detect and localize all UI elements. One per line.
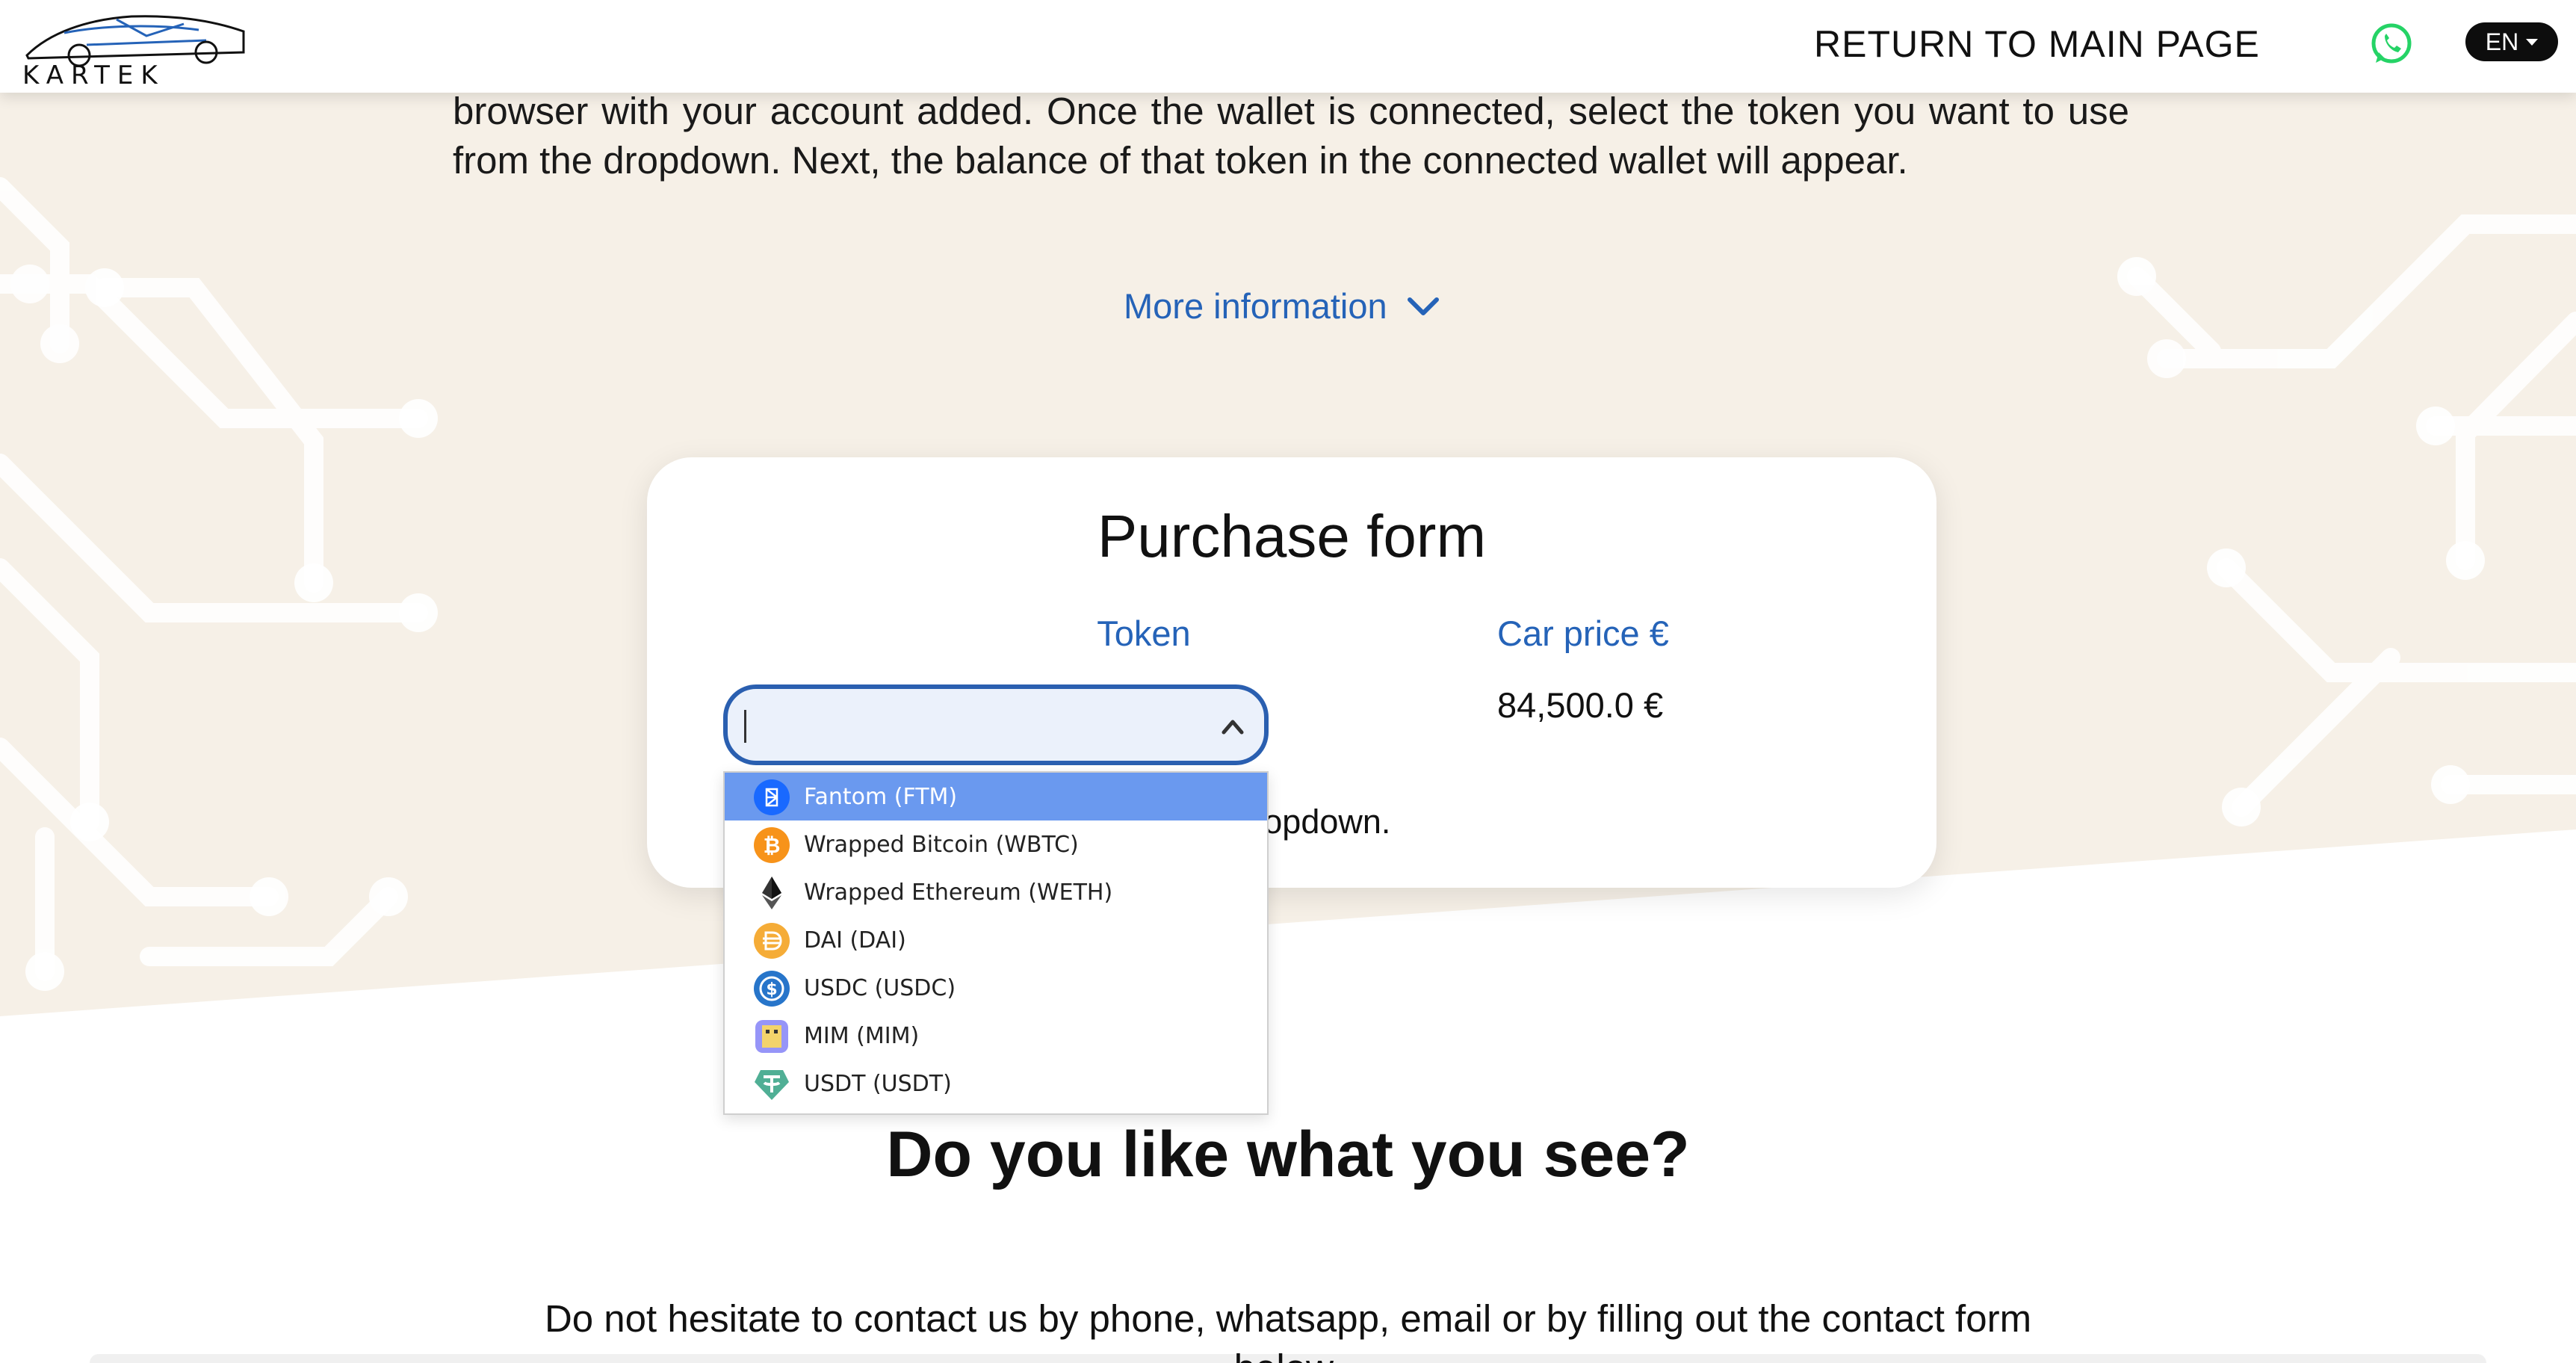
text-cursor xyxy=(744,710,746,743)
site-header: KARTEK RETURN TO MAIN PAGE EN xyxy=(0,0,2576,93)
token-option-wbtc[interactable]: ₿ Wrapped Bitcoin (WBTC) xyxy=(725,820,1267,868)
intro-paragraph: browser with your account added. Once th… xyxy=(453,90,2129,182)
car-price-label: Car price € xyxy=(1497,613,1669,653)
kartek-logo[interactable]: KARTEK xyxy=(19,3,253,87)
purchase-form-title: Purchase form xyxy=(1097,503,1487,569)
token-option-label: Wrapped Bitcoin (WBTC) xyxy=(804,831,1079,858)
token-option-fantom[interactable]: Fantom (FTM) xyxy=(725,773,1267,820)
more-information-toggle[interactable]: More information xyxy=(1124,285,1440,327)
token-option-mim[interactable]: MIM (MIM) xyxy=(725,1012,1267,1060)
token-option-weth[interactable]: Wrapped Ethereum (WETH) xyxy=(725,868,1267,916)
token-option-usdc[interactable]: $ USDC (USDC) xyxy=(725,964,1267,1012)
token-option-dai[interactable]: DAI (DAI) xyxy=(725,916,1267,964)
token-option-label: USDT (USDT) xyxy=(804,1070,952,1097)
dai-icon xyxy=(754,923,790,959)
bitcoin-icon: ₿ xyxy=(754,827,790,863)
cta-title: Do you like what you see? xyxy=(886,1119,1690,1190)
whatsapp-icon[interactable] xyxy=(2368,21,2415,67)
token-select-input[interactable] xyxy=(723,684,1269,765)
cta-text: Do not hesitate to contact us by phone, … xyxy=(544,1297,2032,1363)
usdt-icon xyxy=(755,1070,789,1100)
logo-text: KARTEK xyxy=(22,61,165,87)
fantom-icon xyxy=(754,779,790,815)
chevron-down-icon xyxy=(1407,297,1439,315)
ethereum-icon xyxy=(762,877,781,909)
token-hint-text: Select a token from the dropdown. xyxy=(1245,803,1391,841)
token-option-label: Fantom (FTM) xyxy=(804,783,958,810)
more-information-label: More information xyxy=(1124,286,1387,326)
token-option-label: MIM (MIM) xyxy=(804,1022,920,1049)
usdc-icon: $ xyxy=(754,971,790,1007)
token-option-label: Wrapped Ethereum (WETH) xyxy=(804,879,1113,906)
contact-form-edge xyxy=(90,1354,2486,1363)
language-label: EN xyxy=(2485,28,2519,55)
token-option-label: DAI (DAI) xyxy=(804,927,906,954)
svg-text:₿: ₿ xyxy=(764,833,781,858)
mim-icon xyxy=(755,1020,788,1053)
language-selector[interactable]: EN xyxy=(2465,22,2558,61)
token-option-label: USDC (USDC) xyxy=(804,974,956,1001)
token-dropdown-list: Fantom (FTM) ₿ Wrapped Bitcoin (WBTC) Wr… xyxy=(723,771,1269,1115)
svg-text:$: $ xyxy=(766,980,777,999)
chevron-up-icon[interactable] xyxy=(1218,711,1248,741)
return-to-main-link[interactable]: RETURN TO MAIN PAGE xyxy=(1814,22,2260,66)
caret-down-icon xyxy=(2526,38,2539,46)
car-price-value: 84,500.0 € xyxy=(1497,685,1664,725)
token-option-usdt[interactable]: USDT (USDT) xyxy=(725,1060,1267,1107)
